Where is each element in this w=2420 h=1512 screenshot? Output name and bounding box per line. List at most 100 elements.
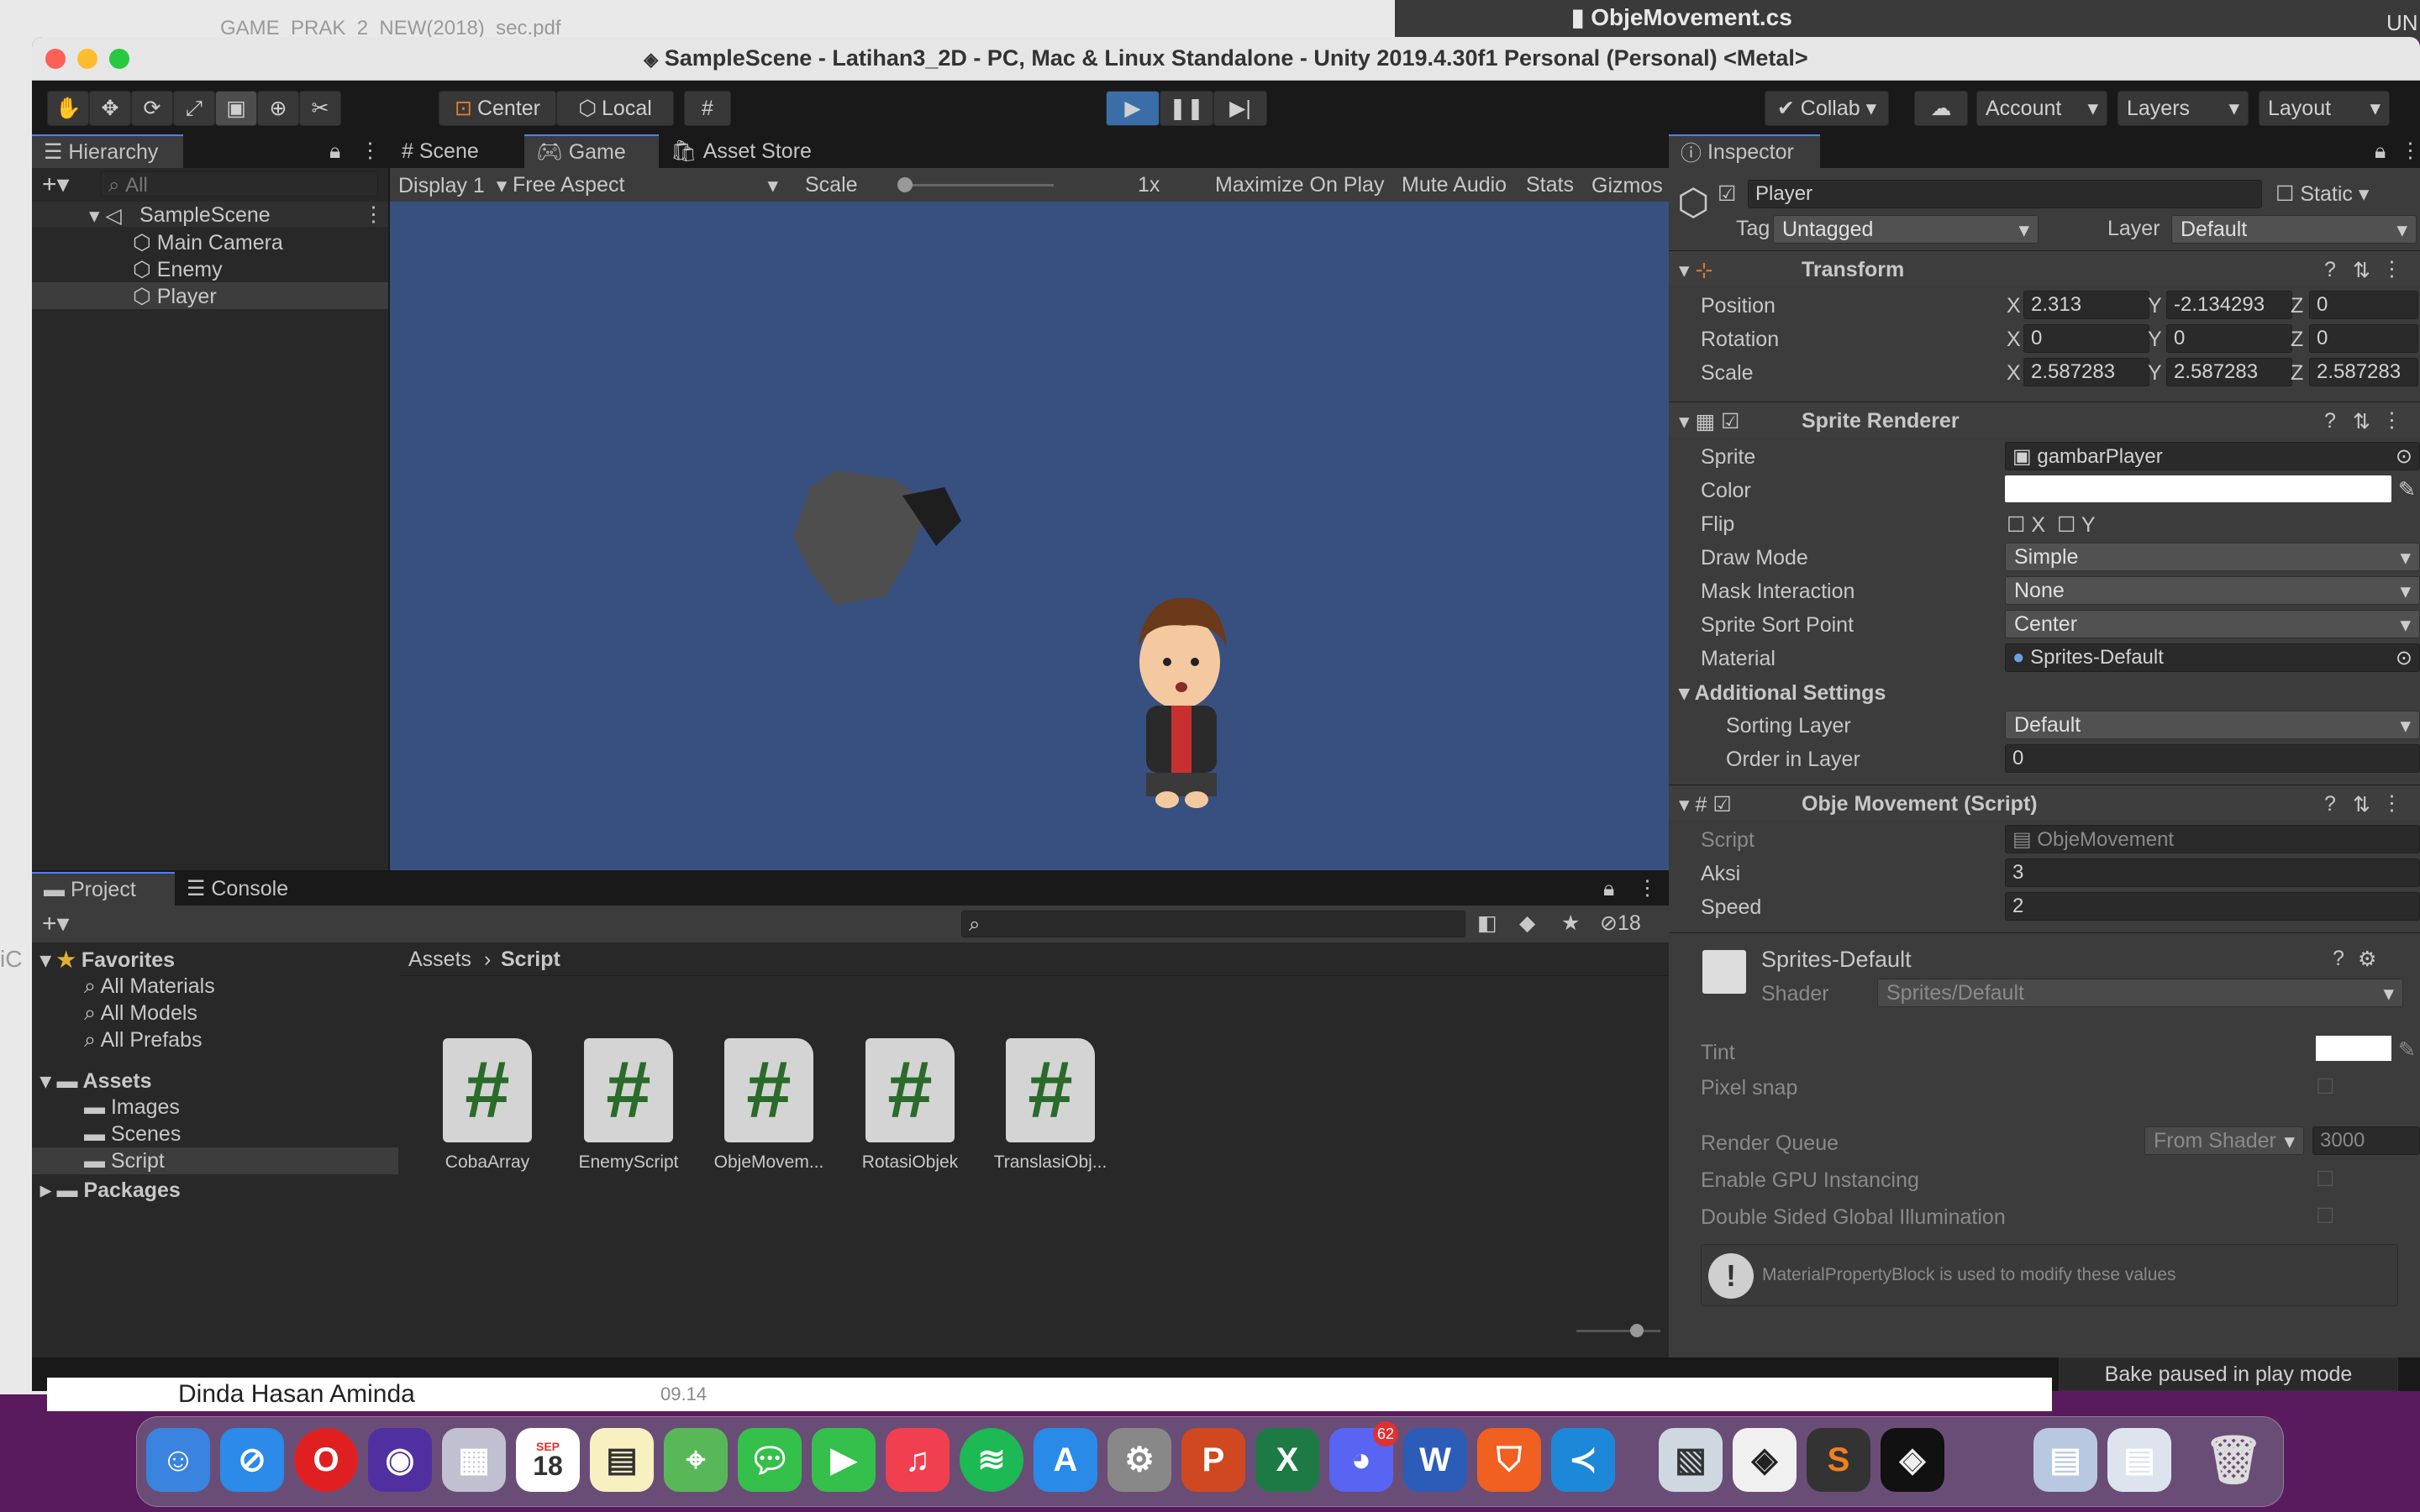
script-header[interactable]: ▾ # ☑ Obje Movement (Script) ? ⇅ ⋮ bbox=[1669, 785, 2420, 820]
double-sided-checkbox[interactable]: ☐ bbox=[2316, 1204, 2334, 1229]
aspect-dropdown[interactable]: Free Aspect ▾ bbox=[513, 173, 778, 197]
pivot-local-button[interactable]: ⬡ Local bbox=[556, 91, 674, 126]
calendar-icon[interactable]: SEP 18 bbox=[516, 1428, 580, 1492]
stats-toggle[interactable]: Stats bbox=[1526, 173, 1574, 197]
pause-button[interactable]: ❚❚ bbox=[1160, 91, 1213, 126]
breadcrumb-current[interactable]: Script bbox=[501, 948, 560, 972]
hierarchy-item[interactable]: ⬡ Main Camera bbox=[133, 230, 283, 255]
object-name-input[interactable]: Player bbox=[1748, 180, 2262, 208]
hierarchy-item-selected[interactable]: ⬡ Player bbox=[32, 282, 388, 309]
position-y-field[interactable]: -2.134293 bbox=[2166, 291, 2292, 319]
game-viewport[interactable] bbox=[390, 202, 1689, 870]
layout-dropdown[interactable]: Layout ▾ bbox=[2259, 91, 2390, 126]
sort-point-dropdown[interactable]: Center bbox=[2005, 610, 2420, 638]
layer-dropdown[interactable]: Default bbox=[2171, 215, 2417, 244]
finder-icon[interactable]: ☺ bbox=[146, 1428, 210, 1492]
order-in-layer-field[interactable]: 0 bbox=[2005, 744, 2420, 773]
render-queue-dropdown[interactable]: From Shader bbox=[2144, 1126, 2304, 1155]
help-icon[interactable]: ? bbox=[2333, 947, 2344, 971]
opera-icon[interactable]: O bbox=[294, 1428, 358, 1492]
transform-tool-icon[interactable]: ⊕ bbox=[257, 91, 299, 126]
display-dropdown[interactable]: Display 1 ▾ bbox=[398, 173, 507, 198]
tab-console[interactable]: ☰ Console bbox=[175, 872, 318, 906]
asset-folder-item[interactable]: ▬ Images bbox=[84, 1095, 180, 1120]
powerpoint-icon[interactable]: P bbox=[1181, 1428, 1245, 1492]
gpu-instancing-checkbox[interactable]: ☐ bbox=[2316, 1167, 2334, 1192]
panel-menu-icon[interactable]: ⋮ bbox=[1637, 875, 1658, 900]
filter-label-icon[interactable]: ◆ bbox=[1519, 911, 1535, 936]
asset-folder-item[interactable]: ▬ Scenes bbox=[84, 1122, 181, 1147]
tint-swatch[interactable] bbox=[2316, 1036, 2391, 1061]
step-button[interactable]: ▶| bbox=[1213, 91, 1267, 126]
mask-interaction-dropdown[interactable]: None bbox=[2005, 576, 2420, 605]
unity-hub-icon[interactable]: ◈ bbox=[1733, 1428, 1797, 1492]
icon-size-slider-thumb[interactable] bbox=[1630, 1324, 1644, 1337]
preset-icon[interactable]: ⇅ bbox=[2353, 409, 2370, 434]
sublime-icon[interactable]: S bbox=[1807, 1428, 1870, 1492]
music-icon[interactable]: ♫ bbox=[886, 1428, 950, 1492]
gear-icon[interactable]: ⚙ bbox=[2358, 947, 2376, 972]
scale-tool-icon[interactable]: ⤢ bbox=[173, 91, 215, 126]
rotation-x-field[interactable]: 0 bbox=[2023, 324, 2149, 353]
downloads-stack-icon[interactable]: ▤ bbox=[2033, 1428, 2097, 1492]
preset-icon[interactable]: ⇅ bbox=[2353, 258, 2370, 283]
preview-icon[interactable]: ▧ bbox=[1659, 1428, 1723, 1492]
maps-icon[interactable]: ⌖ bbox=[664, 1428, 728, 1492]
help-icon[interactable]: ? bbox=[2324, 792, 2336, 816]
tab-hierarchy[interactable]: ☰ Hierarchy bbox=[32, 134, 183, 168]
component-menu-icon[interactable]: ⋮ bbox=[2381, 407, 2402, 433]
rotation-y-field[interactable]: 0 bbox=[2166, 324, 2292, 353]
material-field[interactable]: ● Sprites-Default ⊙ bbox=[2005, 643, 2420, 672]
sorting-layer-dropdown[interactable]: Default bbox=[2005, 711, 2420, 739]
help-icon[interactable]: ? bbox=[2324, 258, 2336, 282]
scale-x-field[interactable]: 2.587283 bbox=[2023, 358, 2149, 386]
active-checkbox[interactable]: ☑ bbox=[1718, 181, 1736, 207]
flip-y-checkbox[interactable]: ☐ Y bbox=[2057, 512, 2096, 538]
create-button[interactable]: +▾ bbox=[42, 170, 70, 199]
sprite-renderer-header[interactable]: ▾ ▦ ☑ Sprite Renderer ? ⇅ ⋮ bbox=[1669, 402, 2420, 437]
breadcrumb-root[interactable]: Assets bbox=[408, 948, 471, 972]
safari-icon[interactable]: ⊘ bbox=[220, 1428, 284, 1492]
tab-scene[interactable]: # Scene bbox=[390, 134, 524, 168]
lock-icon[interactable]: 🔒︎ bbox=[2375, 139, 2386, 164]
object-picker-icon[interactable]: ⊙ bbox=[2396, 646, 2412, 670]
component-menu-icon[interactable]: ⋮ bbox=[2381, 256, 2402, 281]
layers-dropdown[interactable]: Layers ▾ bbox=[2118, 91, 2249, 126]
collab-dropdown[interactable]: ✔ Collab ▾ bbox=[1765, 91, 1889, 126]
packages-folder[interactable]: ▸ ▬ Packages bbox=[40, 1178, 181, 1203]
account-dropdown[interactable]: Account ▾ bbox=[1976, 91, 2107, 126]
panel-menu-icon[interactable]: ⋮ bbox=[360, 138, 381, 163]
color-swatch[interactable] bbox=[2005, 475, 2391, 502]
messages-icon[interactable]: 💬︎ bbox=[738, 1428, 802, 1492]
create-asset-button[interactable]: +▾ bbox=[42, 909, 70, 938]
lock-icon[interactable]: 🔒︎ bbox=[329, 139, 340, 164]
favorite-item[interactable]: ⌕ All Prefabs bbox=[84, 1028, 202, 1053]
app-store-icon[interactable]: A bbox=[1034, 1428, 1097, 1492]
draw-mode-dropdown[interactable]: Simple bbox=[2005, 543, 2420, 571]
scale-y-field[interactable]: 2.587283 bbox=[2166, 358, 2292, 386]
spotify-icon[interactable]: ≋ bbox=[960, 1428, 1023, 1492]
vscode-icon[interactable]: ≺ bbox=[1551, 1428, 1615, 1492]
play-button[interactable]: ▶ bbox=[1106, 91, 1160, 126]
maximize-on-play-toggle[interactable]: Maximize On Play bbox=[1215, 173, 1384, 197]
favorite-star-icon[interactable]: ★ bbox=[1561, 911, 1580, 936]
aksi-field[interactable]: 3 bbox=[2005, 858, 2420, 887]
tab-inspector[interactable]: ⓘ Inspector bbox=[1669, 134, 1820, 168]
tab-project[interactable]: ▬ Project bbox=[32, 872, 175, 906]
panel-menu-icon[interactable]: ⋮ bbox=[2400, 138, 2420, 163]
help-icon[interactable]: ? bbox=[2324, 409, 2336, 433]
word-icon[interactable]: W bbox=[1403, 1428, 1467, 1492]
scene-row[interactable]: ▾ ◁ SampleScene ⋮ bbox=[32, 202, 388, 228]
scale-slider-track[interactable] bbox=[902, 184, 1054, 186]
speed-field[interactable]: 2 bbox=[2005, 892, 2420, 921]
script-asset[interactable]: # RotasiObjek bbox=[851, 1038, 969, 1173]
pixel-snap-checkbox[interactable]: ☐ bbox=[2316, 1074, 2334, 1100]
additional-settings-foldout[interactable]: ▾ Additional Settings bbox=[1679, 680, 1886, 706]
eyedropper-icon[interactable]: ✎ bbox=[2398, 477, 2416, 502]
object-picker-icon[interactable]: ⊙ bbox=[2396, 444, 2412, 469]
shader-dropdown[interactable]: Sprites/Default bbox=[1877, 979, 2403, 1007]
tab-game[interactable]: 🎮︎ Game bbox=[524, 134, 659, 168]
scale-z-field[interactable]: 2.587283 bbox=[2309, 358, 2418, 386]
facetime-icon[interactable]: ▶ bbox=[812, 1428, 876, 1492]
custom-tool-icon[interactable]: ✂ bbox=[299, 91, 341, 126]
